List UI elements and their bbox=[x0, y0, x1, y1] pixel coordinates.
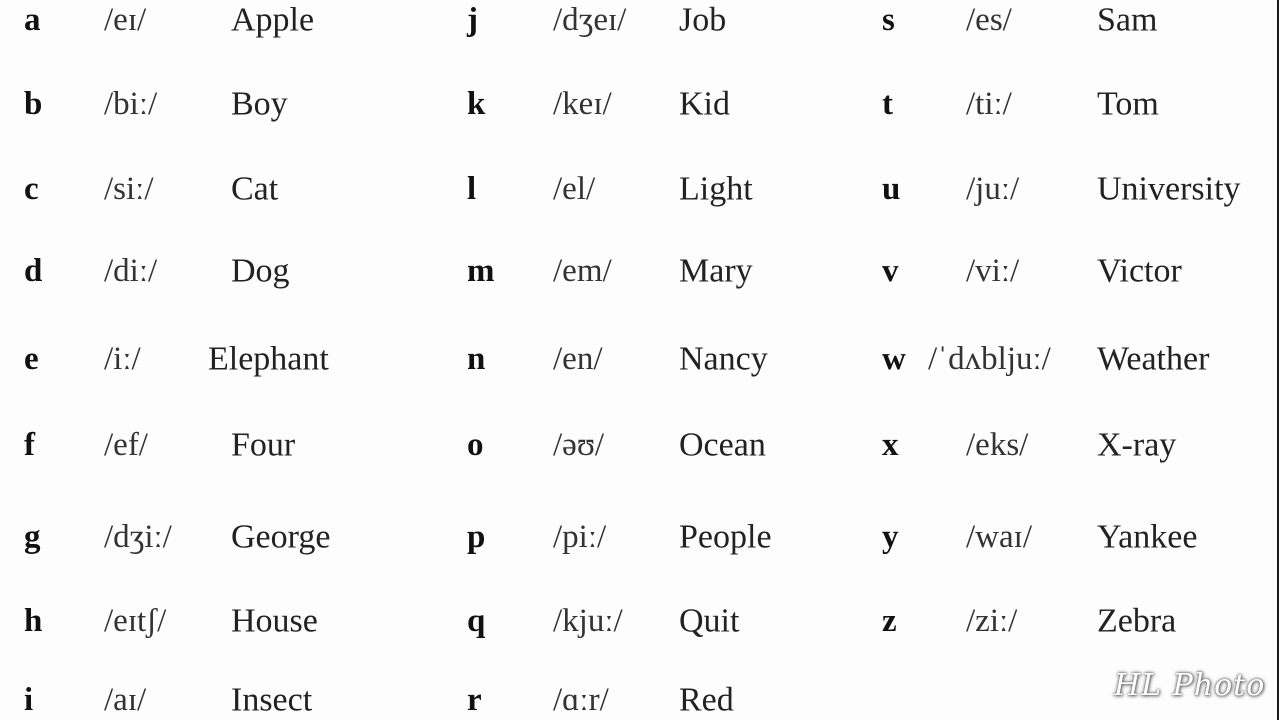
letter-label: a bbox=[24, 1, 41, 38]
ipa-transcription: /piː/ bbox=[553, 518, 607, 555]
ipa-transcription: /iː/ bbox=[104, 340, 141, 377]
example-word: Tom bbox=[1097, 85, 1159, 123]
letter-label: q bbox=[467, 602, 486, 639]
example-word: Apple bbox=[231, 1, 315, 39]
ipa-transcription: /aɪ/ bbox=[104, 681, 147, 718]
example-word: Dog bbox=[231, 252, 290, 290]
example-word: House bbox=[231, 602, 318, 640]
example-word: Insect bbox=[231, 681, 313, 719]
ipa-transcription: /em/ bbox=[553, 252, 612, 289]
letter-label: g bbox=[24, 518, 41, 555]
example-word: Elephant bbox=[208, 340, 329, 378]
letter-label: k bbox=[467, 85, 486, 122]
ipa-transcription: /viː/ bbox=[966, 252, 1020, 289]
ipa-transcription: /eks/ bbox=[966, 426, 1029, 463]
example-word: George bbox=[231, 518, 331, 556]
example-word: Red bbox=[679, 681, 734, 719]
letter-label: z bbox=[882, 602, 897, 639]
ipa-transcription: /keɪ/ bbox=[553, 85, 612, 122]
letter-label: n bbox=[467, 340, 486, 377]
ipa-transcription: /waɪ/ bbox=[966, 518, 1032, 555]
letter-label: w bbox=[882, 340, 906, 377]
ipa-transcription: /kjuː/ bbox=[553, 602, 623, 639]
ipa-transcription: /diː/ bbox=[104, 252, 158, 289]
letter-label: e bbox=[24, 340, 39, 377]
example-word: Sam bbox=[1097, 1, 1158, 39]
letter-label: v bbox=[882, 252, 899, 289]
ipa-transcription: /el/ bbox=[553, 170, 596, 207]
example-word: Kid bbox=[679, 85, 730, 123]
letter-label: h bbox=[24, 602, 43, 639]
ipa-transcription: /juː/ bbox=[966, 170, 1020, 207]
ipa-transcription: /əʊ/ bbox=[553, 426, 605, 463]
ipa-transcription: /eɪ/ bbox=[104, 1, 147, 38]
letter-label: t bbox=[882, 85, 893, 122]
ipa-transcription: /en/ bbox=[553, 340, 603, 377]
letter-label: c bbox=[24, 170, 39, 207]
ipa-transcription: /siː/ bbox=[104, 170, 154, 207]
example-word: X-ray bbox=[1097, 426, 1177, 464]
example-word: Quit bbox=[679, 602, 740, 640]
ipa-transcription: /tiː/ bbox=[966, 85, 1012, 122]
letter-label: p bbox=[467, 518, 486, 555]
letter-label: u bbox=[882, 170, 901, 207]
example-word: Boy bbox=[231, 85, 288, 123]
letter-label: s bbox=[882, 1, 895, 38]
ipa-transcription: /ef/ bbox=[104, 426, 148, 463]
example-word: Cat bbox=[231, 170, 279, 208]
ipa-transcription: /dʒeɪ/ bbox=[553, 1, 627, 38]
alphabet-chart: a/eɪ/Apple b/biː/Boy c/siː/Cat d/diː/Dog e/i… bbox=[0, 0, 1280, 720]
letter-label: j bbox=[467, 1, 478, 38]
ipa-transcription: /ziː/ bbox=[966, 602, 1018, 639]
ipa-transcription: /ˈdʌbljuː/ bbox=[928, 340, 1051, 377]
example-word: Four bbox=[231, 426, 296, 464]
watermark: HL Photo bbox=[1114, 668, 1266, 703]
ipa-transcription: /ɑːr/ bbox=[553, 681, 609, 718]
letter-label: l bbox=[467, 170, 477, 207]
ipa-transcription: /eɪtʃ/ bbox=[104, 602, 167, 639]
letter-label: m bbox=[467, 252, 495, 289]
letter-label: y bbox=[882, 518, 899, 555]
letter-label: d bbox=[24, 252, 43, 289]
example-word: Ocean bbox=[679, 426, 766, 464]
example-word: Job bbox=[679, 1, 727, 39]
letter-label: x bbox=[882, 426, 899, 463]
right-edge-border bbox=[1277, 0, 1279, 720]
example-word: Light bbox=[679, 170, 753, 208]
example-word: People bbox=[679, 518, 772, 556]
letter-label: i bbox=[24, 681, 34, 718]
letter-label: r bbox=[467, 681, 482, 718]
example-word: Zebra bbox=[1097, 602, 1177, 640]
letter-label: b bbox=[24, 85, 43, 122]
example-word: Nancy bbox=[679, 340, 768, 378]
example-word: Victor bbox=[1097, 252, 1182, 290]
ipa-transcription: /es/ bbox=[966, 1, 1012, 38]
letter-label: o bbox=[467, 426, 484, 463]
ipa-transcription: /dʒiː/ bbox=[104, 518, 172, 555]
example-word: Mary bbox=[679, 252, 753, 290]
letter-label: f bbox=[24, 426, 35, 463]
example-word: University bbox=[1097, 170, 1241, 208]
ipa-transcription: /biː/ bbox=[104, 85, 158, 122]
example-word: Weather bbox=[1097, 340, 1210, 378]
example-word: Yankee bbox=[1097, 518, 1198, 556]
